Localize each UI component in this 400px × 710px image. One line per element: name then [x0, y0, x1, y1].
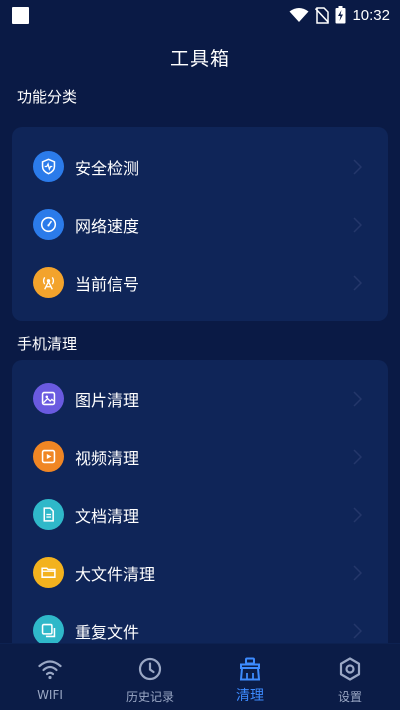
status-time: 10:32 [352, 6, 390, 24]
chevron-right-icon [353, 159, 362, 175]
chevron-right-icon [353, 449, 362, 465]
nav-label: 历史记录 [125, 690, 174, 704]
settings-hexagon-icon [339, 657, 361, 681]
section-title-phone-clean: 手机清理 [17, 335, 78, 353]
status-icons: 10:32 [289, 6, 390, 24]
row-label: 重复文件 [75, 623, 140, 642]
battery-charging-icon [335, 6, 346, 24]
row-label: 图片清理 [75, 391, 140, 410]
chevron-right-icon [353, 507, 362, 523]
duplicate-icon [33, 615, 64, 646]
chevron-right-icon [353, 275, 362, 291]
row-image-clean[interactable]: 图片清理 [12, 370, 388, 428]
page-title: 工具箱 [169, 48, 230, 70]
nav-label: 清理 [236, 688, 264, 704]
features-card: 安全检测 网络速度 当前信号 [12, 127, 388, 321]
app-notification-square-icon [12, 6, 29, 24]
row-label: 大文件清理 [75, 565, 156, 584]
row-video-clean[interactable]: 视频清理 [12, 428, 388, 486]
shield-check-icon [33, 151, 64, 182]
video-play-icon [33, 441, 64, 472]
speedometer-icon [33, 209, 64, 240]
no-sim-icon [315, 6, 330, 24]
nav-wifi[interactable]: WIFI [0, 644, 100, 710]
nav-label: WIFI [37, 688, 63, 702]
chevron-right-icon [353, 623, 362, 639]
row-current-signal[interactable]: 当前信号 [12, 254, 388, 312]
nav-label: 设置 [337, 690, 362, 704]
row-network-speed[interactable]: 网络速度 [12, 196, 388, 254]
document-icon [33, 499, 64, 530]
nav-clean[interactable]: 清理 [200, 644, 300, 710]
row-label: 安全检测 [75, 159, 140, 178]
section-title-features: 功能分类 [17, 88, 78, 106]
bottom-nav: WIFI 历史记录 清理 设置 [0, 643, 400, 710]
row-label: 文档清理 [75, 507, 140, 526]
folder-icon [33, 557, 64, 588]
row-label: 当前信号 [75, 275, 140, 294]
wifi-icon [38, 660, 62, 680]
nav-history[interactable]: 历史记录 [100, 644, 200, 710]
image-icon [33, 383, 64, 414]
row-large-file-clean[interactable]: 大文件清理 [12, 544, 388, 602]
wifi-icon [289, 8, 309, 22]
row-label: 网络速度 [75, 217, 140, 236]
row-label: 视频清理 [75, 449, 140, 468]
chevron-right-icon [353, 391, 362, 407]
chevron-right-icon [353, 217, 362, 233]
clock-icon [138, 657, 162, 681]
row-security-check[interactable]: 安全检测 [12, 138, 388, 196]
cleaning-card: 图片清理 视频清理 文档清理 大文件清理 重复文件 [12, 360, 388, 660]
nav-settings[interactable]: 设置 [300, 644, 400, 710]
chevron-right-icon [353, 565, 362, 581]
status-bar: 10:32 [0, 0, 400, 30]
signal-tower-icon [33, 267, 64, 298]
broom-clean-icon [239, 657, 261, 681]
row-document-clean[interactable]: 文档清理 [12, 486, 388, 544]
